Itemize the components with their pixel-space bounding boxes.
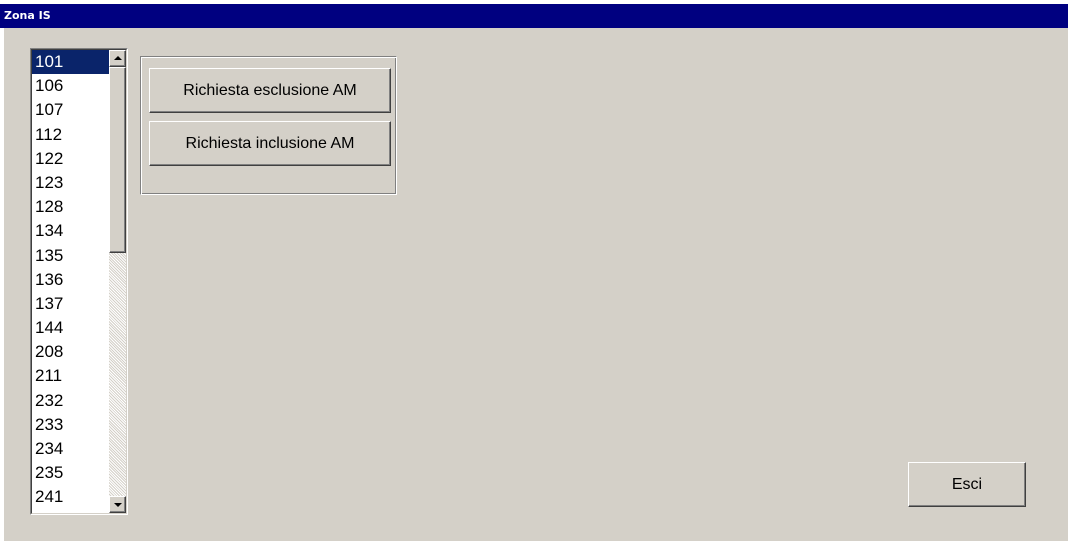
zone-list-item[interactable]: 233 bbox=[32, 413, 110, 437]
window-title: Zona IS bbox=[0, 4, 1068, 28]
request-exclusion-button[interactable]: Richiesta esclusione AM bbox=[149, 68, 391, 113]
zone-list-item[interactable]: 134 bbox=[32, 219, 110, 243]
zone-list-items: 101 106 107 112 122 123 128 134 135 136 137 144 208 2… bbox=[32, 50, 110, 510]
scroll-down-button[interactable] bbox=[109, 496, 126, 513]
exit-button[interactable]: Esci bbox=[908, 462, 1026, 507]
window-client-area: 101 106 107 112 122 123 128 134 135 136 137 144 208 2… bbox=[4, 28, 1068, 541]
zone-list-item[interactable]: 137 bbox=[32, 292, 110, 316]
zone-list-item[interactable]: 144 bbox=[32, 316, 110, 340]
zone-list-item[interactable]: 106 bbox=[32, 74, 110, 98]
zone-list-item[interactable]: 208 bbox=[32, 340, 110, 364]
zone-listbox[interactable]: 101 106 107 112 122 123 128 134 135 136 137 144 208 2… bbox=[30, 48, 128, 515]
zone-list-item[interactable]: 135 bbox=[32, 244, 110, 268]
arrow-up-icon bbox=[114, 56, 122, 60]
scroll-thumb[interactable] bbox=[109, 67, 126, 253]
zone-list-item[interactable]: 101 bbox=[32, 50, 110, 75]
zone-list-item[interactable]: 211 bbox=[32, 364, 110, 388]
zone-list-item[interactable]: 136 bbox=[32, 268, 110, 292]
actions-panel: Richiesta esclusione AM Richiesta inclus… bbox=[140, 56, 397, 195]
zone-list-item[interactable]: 235 bbox=[32, 461, 110, 485]
zone-list-item[interactable]: 232 bbox=[32, 389, 110, 413]
zone-list-item[interactable]: 123 bbox=[32, 171, 110, 195]
zone-list-item[interactable]: 234 bbox=[32, 437, 110, 461]
listbox-scrollbar[interactable] bbox=[109, 50, 126, 513]
zone-list-item[interactable]: 128 bbox=[32, 195, 110, 219]
request-inclusion-button[interactable]: Richiesta inclusione AM bbox=[149, 121, 391, 166]
arrow-down-icon bbox=[114, 503, 122, 507]
zone-list-item[interactable]: 122 bbox=[32, 147, 110, 171]
scroll-up-button[interactable] bbox=[109, 50, 126, 67]
zone-list-item[interactable]: 112 bbox=[32, 123, 110, 147]
zone-list-item[interactable]: 241 bbox=[32, 485, 110, 509]
zona-is-window: Zona IS 101 106 107 112 122 123 128 134 135 136 13… bbox=[0, 0, 1068, 541]
zone-list-item[interactable]: 107 bbox=[32, 98, 110, 122]
